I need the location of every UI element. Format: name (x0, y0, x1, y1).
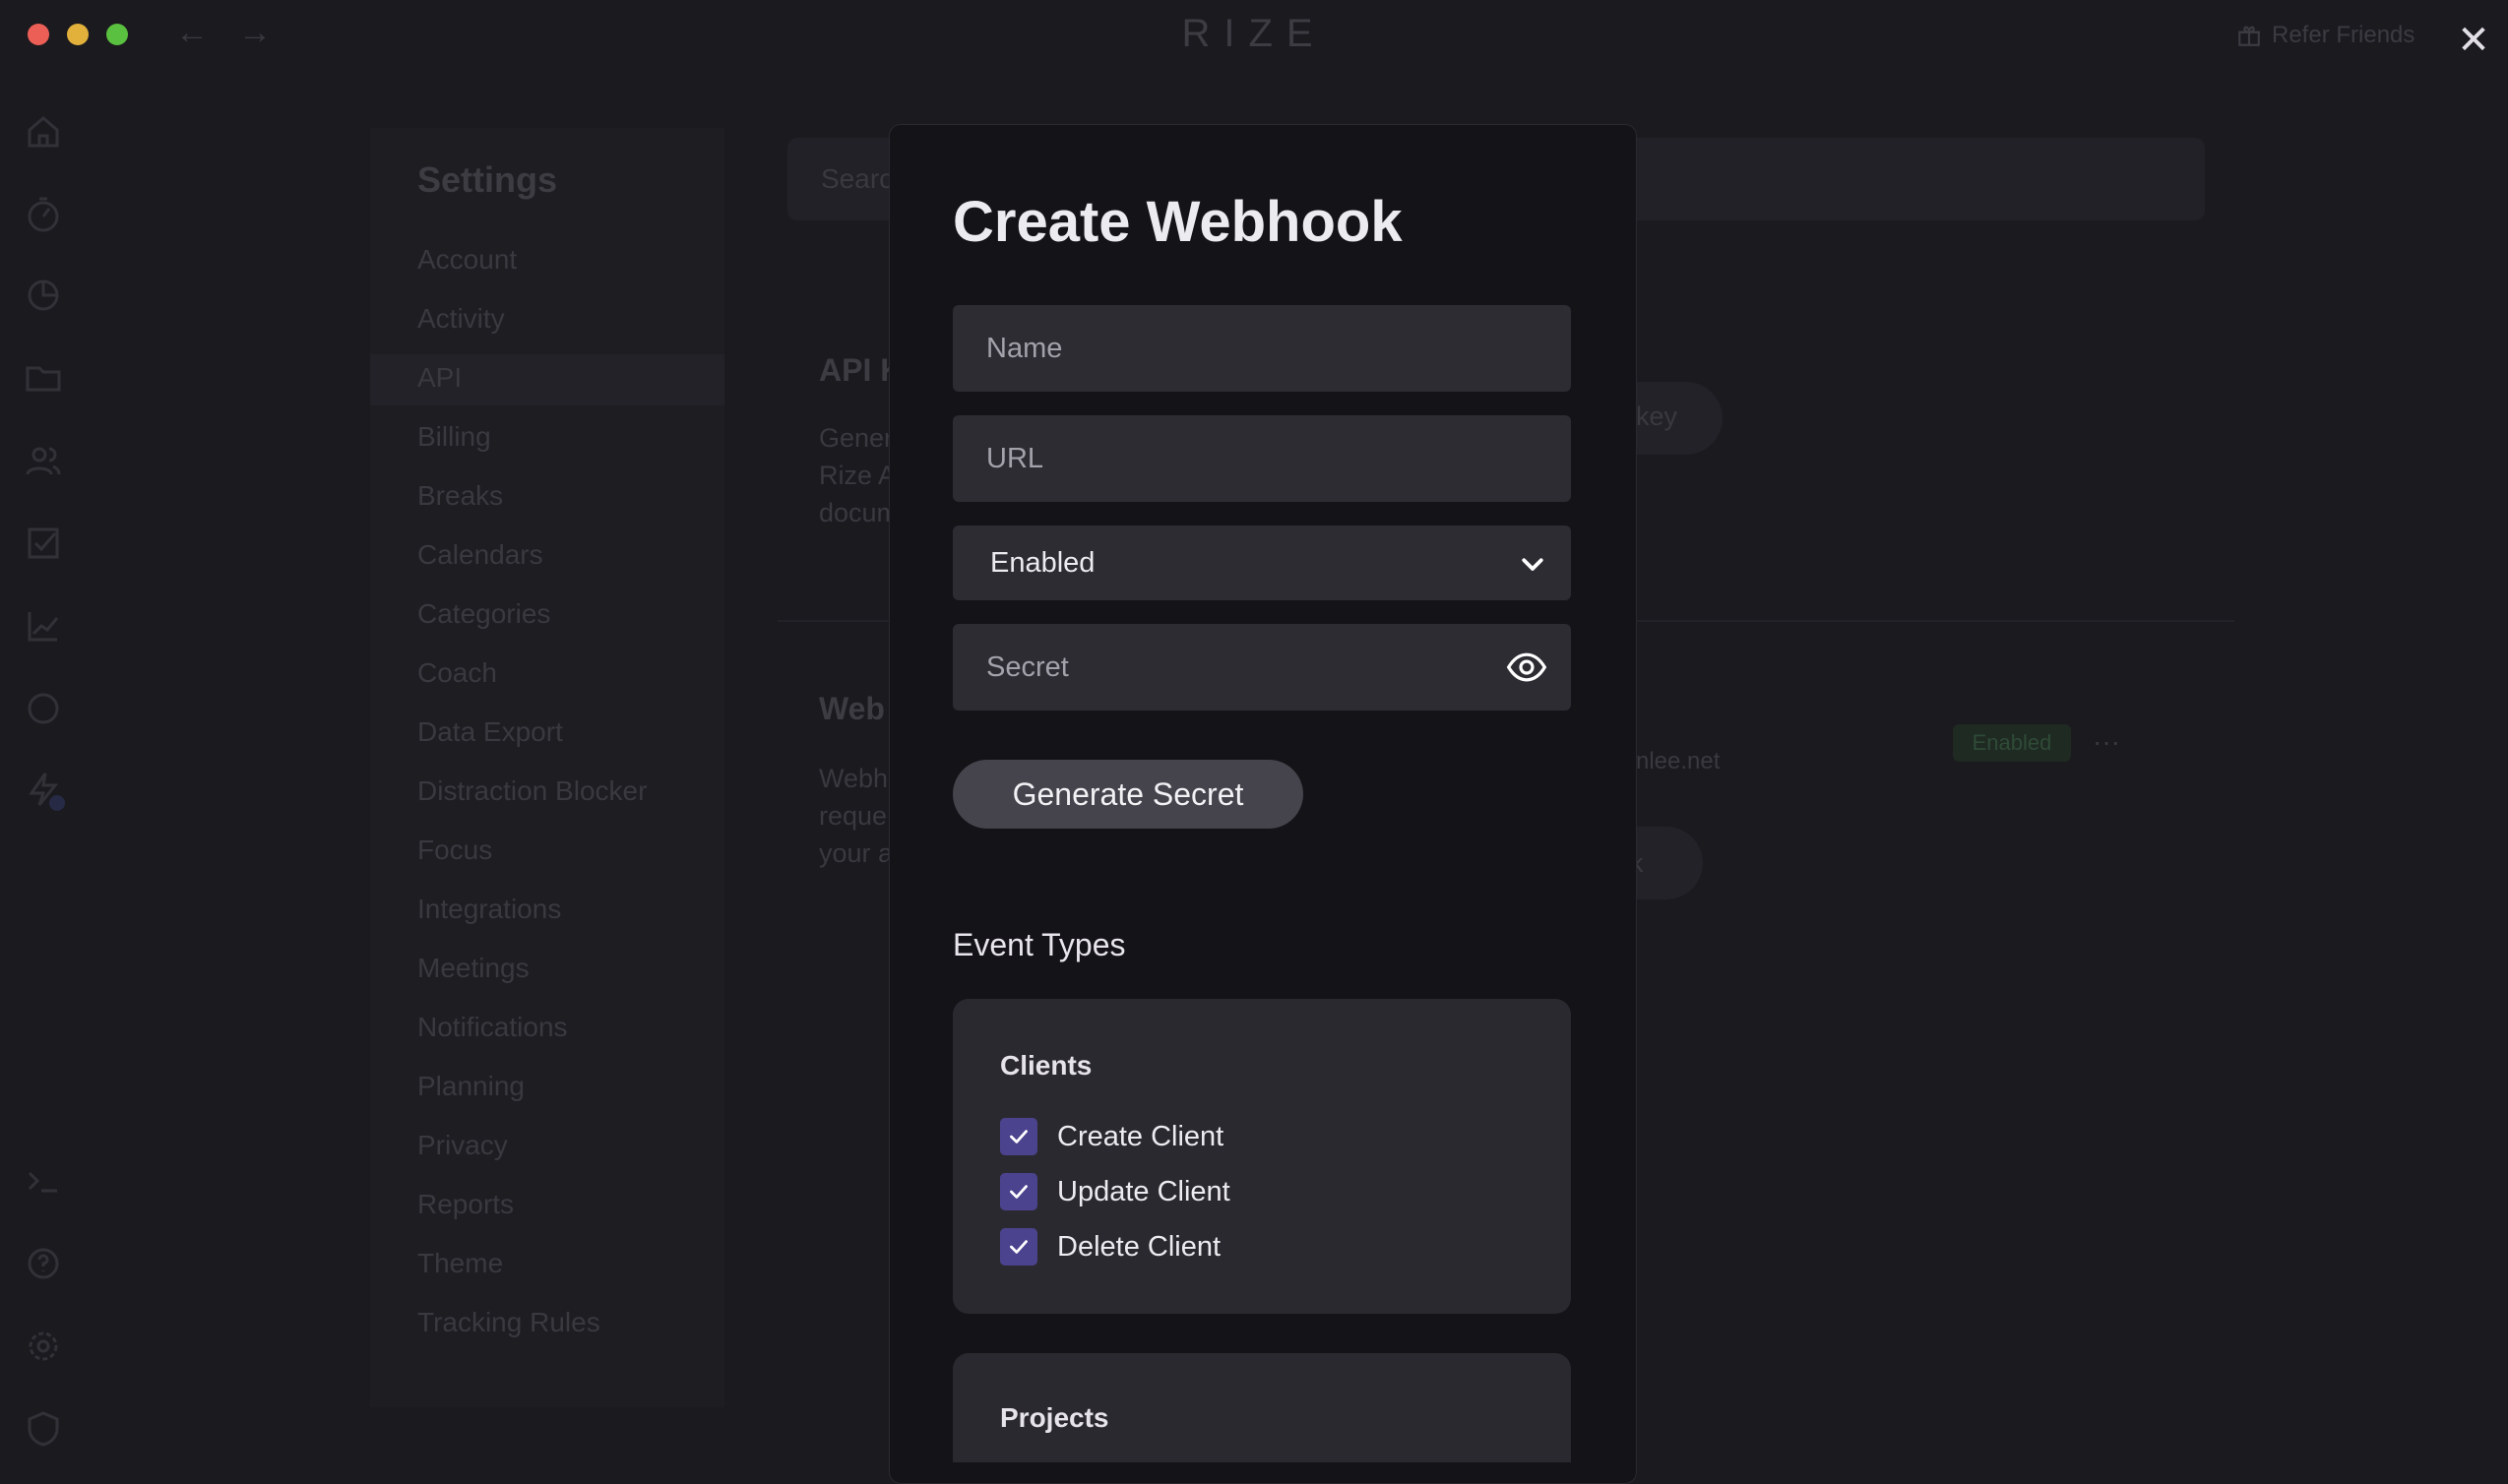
url-input[interactable] (986, 415, 1498, 502)
users-icon[interactable] (22, 439, 65, 482)
status-select-value: Enabled (990, 547, 1096, 579)
settings-item-meetings[interactable]: Meetings (417, 953, 530, 984)
url-field[interactable] (953, 415, 1571, 502)
webhooks-heading: Web (819, 691, 885, 726)
api-desc-line-2: Rize A (819, 461, 897, 490)
event-types-label: Event Types (953, 927, 1126, 962)
status-select[interactable]: Enabled (953, 526, 1571, 600)
settings-item-breaks[interactable]: Breaks (417, 480, 503, 512)
delete-client-label: Delete Client (1057, 1230, 1222, 1263)
chevron-down-icon (1522, 558, 1543, 571)
check-icon (1010, 1240, 1028, 1254)
check-icon (1010, 1130, 1028, 1144)
name-input[interactable] (986, 305, 1498, 392)
shield-icon[interactable] (22, 1407, 65, 1451)
settings-item-distraction-blocker[interactable]: Distraction Blocker (417, 775, 647, 807)
refer-friends-label: Refer Friends (2272, 22, 2415, 48)
settings-item-calendars[interactable]: Calendars (417, 539, 543, 571)
refer-friends-button[interactable]: Refer Friends (2236, 22, 2414, 49)
webhooks-desc-line-2: reque (819, 801, 888, 831)
clients-event-group: Clients Create Client Update Client Dele… (953, 999, 1571, 1314)
create-client-label: Create Client (1057, 1120, 1224, 1152)
settings-item-focus[interactable]: Focus (417, 835, 492, 866)
settings-item-theme[interactable]: Theme (417, 1248, 503, 1279)
secret-field[interactable] (953, 624, 1571, 711)
settings-item-coach[interactable]: Coach (417, 657, 497, 689)
settings-title: Settings (417, 159, 558, 200)
checkbox-checked[interactable] (1000, 1118, 1037, 1155)
webhook-more-icon[interactable]: ··· (2093, 726, 2120, 758)
check-icon (1010, 1185, 1028, 1199)
generate-secret-button[interactable]: Generate Secret (953, 760, 1303, 829)
gear-icon[interactable] (22, 1325, 65, 1368)
update-client-checkbox[interactable]: Update Client (1000, 1172, 1230, 1211)
settings-item-activity[interactable]: Activity (417, 303, 505, 335)
secret-input[interactable] (986, 624, 1498, 711)
settings-item-reports[interactable]: Reports (417, 1189, 514, 1220)
name-field[interactable] (953, 305, 1571, 392)
gift-icon (2238, 26, 2260, 46)
checklist-icon[interactable] (22, 522, 65, 565)
eye-icon[interactable] (1504, 646, 1549, 689)
settings-item-tracking-rules[interactable]: Tracking Rules (417, 1307, 600, 1338)
help-icon[interactable] (22, 1242, 65, 1285)
update-client-label: Update Client (1057, 1175, 1230, 1207)
create-api-key-label: key (1636, 402, 1678, 431)
modal-title: Create Webhook (953, 190, 1403, 254)
folder-icon[interactable] (22, 356, 65, 400)
create-client-checkbox[interactable]: Create Client (1000, 1117, 1223, 1156)
settings-item-api[interactable]: API (417, 362, 462, 394)
close-icon[interactable]: ✕ (2455, 21, 2492, 60)
settings-item-account[interactable]: Account (417, 244, 517, 276)
target-icon[interactable] (22, 687, 65, 730)
settings-item-data-export[interactable]: Data Export (417, 716, 563, 748)
flash-icon[interactable] (22, 768, 65, 811)
settings-item-privacy[interactable]: Privacy (417, 1130, 508, 1161)
pie-chart-icon[interactable] (22, 274, 65, 317)
title-bar: ← → RIZE Refer Friends ✕ (0, 0, 2508, 71)
settings-item-billing[interactable]: Billing (417, 421, 491, 453)
delete-client-checkbox[interactable]: Delete Client (1000, 1227, 1221, 1267)
api-desc-line-3: docum (819, 498, 900, 527)
terminal-icon[interactable] (22, 1159, 65, 1203)
settings-item-planning[interactable]: Planning (417, 1071, 525, 1102)
home-icon[interactable] (22, 110, 65, 154)
webhook-status-badge: Enabled (1953, 724, 2071, 762)
api-desc-line-1: Gener (819, 423, 894, 453)
settings-item-categories[interactable]: Categories (417, 598, 550, 630)
app-window: ← → RIZE Refer Friends ✕ Settings Accoun… (0, 0, 2508, 1484)
webhooks-desc-line-1: Webh (819, 764, 889, 793)
settings-item-notifications[interactable]: Notifications (417, 1012, 568, 1043)
webhook-row-url: nlee.net (1636, 748, 1721, 774)
projects-event-group: Projects (953, 1353, 1571, 1462)
trend-chart-icon[interactable] (22, 604, 65, 648)
checkbox-checked[interactable] (1000, 1228, 1037, 1266)
timer-icon[interactable] (22, 193, 65, 236)
settings-item-integrations[interactable]: Integrations (417, 894, 561, 925)
icon-rail (0, 71, 89, 1462)
app-logo: RIZE (1181, 12, 1327, 55)
projects-group-title: Projects (1000, 1402, 1109, 1433)
clients-group-title: Clients (1000, 1050, 1093, 1081)
checkbox-checked[interactable] (1000, 1173, 1037, 1210)
webhooks-desc-line-3: your a (819, 838, 894, 868)
